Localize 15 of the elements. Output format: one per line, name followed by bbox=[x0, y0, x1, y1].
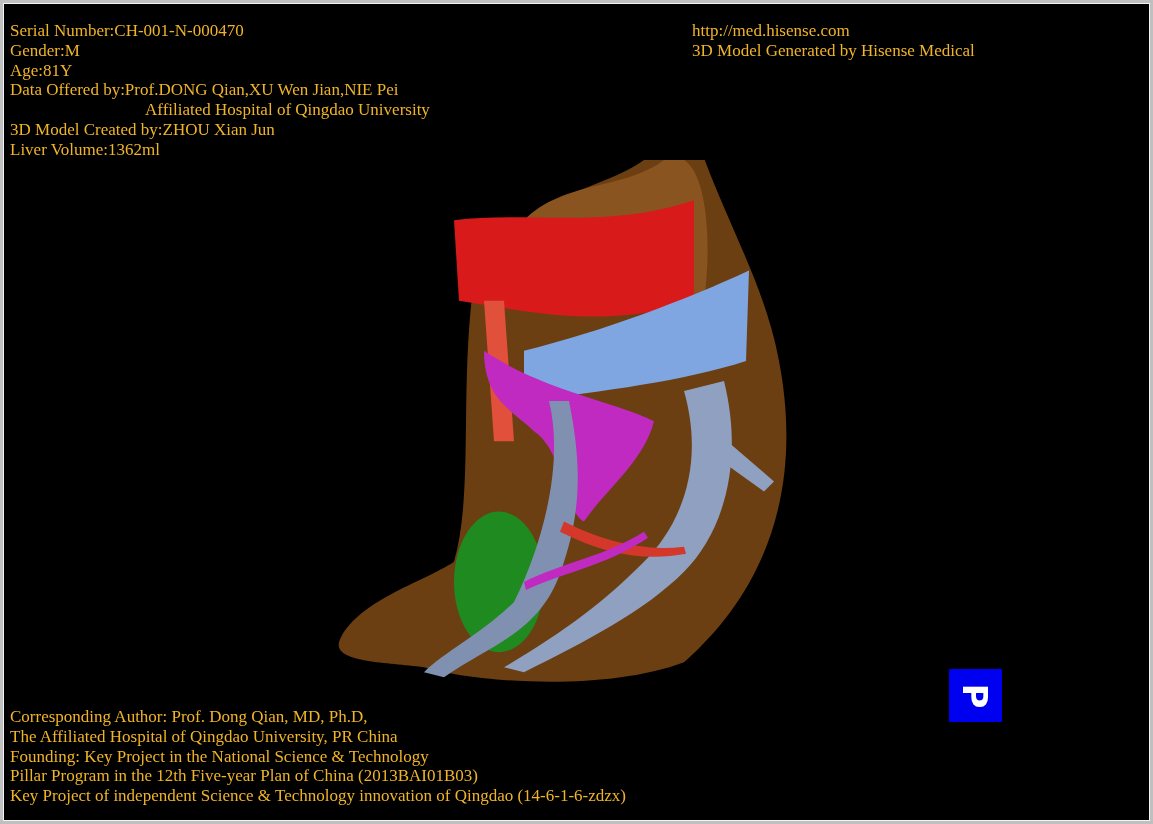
info-line: Gender:M bbox=[10, 40, 81, 61]
info-line: Liver Volume:1362ml bbox=[10, 139, 161, 160]
info-line: Affiliated Hospital of Qingdao University bbox=[144, 100, 430, 120]
info-line: 3D Model Created by:ZHOU Xian Jun bbox=[10, 120, 276, 140]
credit-line: Pillar Program in the 12th Five-year Plan of China (2013BAI01B03) bbox=[10, 766, 479, 787]
credit-line: Founding: Key Project in the National Science & Technology bbox=[10, 746, 430, 767]
credit-line: The Affiliated Hospital of Qingdao University, PR China bbox=[10, 726, 399, 747]
info-line: Serial Number:CH-001-N-000470 bbox=[10, 21, 245, 41]
info-line: 3D Model Generated by Hisense Medical bbox=[692, 40, 976, 61]
credit-line: Key Project of independent Science & Technology innovation of Qingdao (14-6-1-6-zdzx) bbox=[10, 786, 627, 806]
info-line: Data Offered by:Prof.DONG Qian,XU Wen Jian,NIE Pei bbox=[10, 80, 400, 101]
info-line: Age:81Y bbox=[10, 60, 74, 81]
orientation-marker[interactable]: P bbox=[949, 669, 1002, 722]
credit-line: Corresponding Author: Prof. Dong Qian, MD, Ph.D, bbox=[10, 707, 369, 727]
info-line: http://med.hisense.com bbox=[692, 21, 851, 41]
